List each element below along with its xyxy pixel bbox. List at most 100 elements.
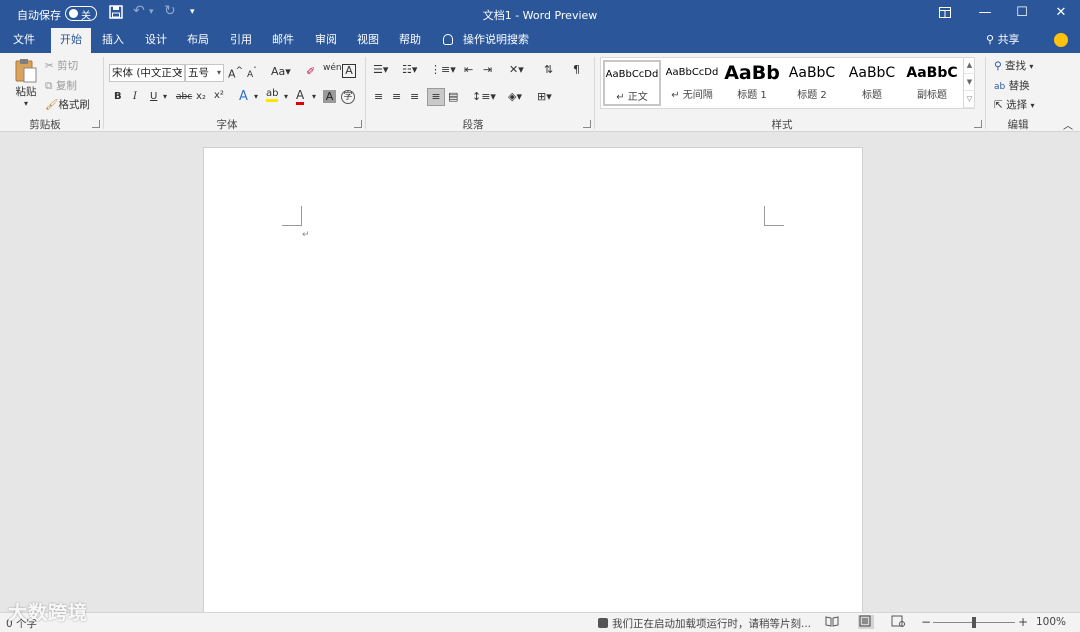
tab-review[interactable]: 审阅: [309, 28, 343, 53]
text-effects-icon[interactable]: A: [239, 89, 248, 104]
shading-icon[interactable]: ◈▾: [508, 90, 522, 103]
tab-references[interactable]: 引用: [224, 28, 258, 53]
asian-layout-icon[interactable]: ✕▾: [509, 63, 524, 76]
cut-label: 剪切: [57, 60, 79, 72]
align-right-icon[interactable]: ≡: [410, 90, 419, 103]
style-subtitle[interactable]: AaBbC 副标题: [903, 60, 961, 106]
sort-icon[interactable]: ⇅: [544, 63, 553, 76]
tab-file[interactable]: 文件: [6, 28, 42, 53]
show-hide-marks-icon[interactable]: ¶: [573, 63, 580, 76]
numbering-icon[interactable]: ☷▾: [402, 63, 417, 76]
collapse-ribbon-icon[interactable]: ︿: [1063, 117, 1073, 132]
clipboard-dialog-launcher-icon[interactable]: [92, 120, 100, 128]
gallery-more-icon[interactable]: ▽: [964, 91, 975, 108]
font-dialog-launcher-icon[interactable]: [354, 120, 362, 128]
style-no-spacing[interactable]: AaBbCcDd ↵ 无间隔: [663, 60, 721, 106]
style-name: 标题: [862, 90, 882, 101]
chevron-up-icon[interactable]: ▲: [964, 57, 975, 74]
multilevel-list-icon[interactable]: ⋮≡▾: [430, 63, 456, 76]
paste-dropdown-icon[interactable]: ▾: [8, 99, 44, 108]
shrink-font-icon[interactable]: Aˇ: [247, 66, 257, 80]
style-name: 标题 1: [737, 90, 767, 101]
ribbon-display-options-icon[interactable]: [934, 3, 956, 23]
crop-mark-top-right: [764, 206, 784, 226]
styles-dialog-launcher-icon[interactable]: [974, 120, 982, 128]
paragraph-dialog-launcher-icon[interactable]: [583, 120, 591, 128]
font-group-label: 字体: [216, 119, 238, 131]
group-divider: [985, 57, 986, 129]
zoom-out-icon[interactable]: −: [921, 615, 931, 629]
justify-icon[interactable]: ≡: [427, 88, 445, 106]
decrease-indent-icon[interactable]: ⇤: [464, 63, 473, 76]
align-left-icon[interactable]: ≡: [374, 90, 383, 103]
italic-icon[interactable]: I: [133, 91, 137, 102]
bold-icon[interactable]: B: [114, 91, 122, 102]
enclose-characters-icon[interactable]: 字: [341, 90, 355, 104]
close-icon[interactable]: ✕: [1050, 3, 1072, 23]
borders-icon[interactable]: ⊞▾: [537, 90, 552, 103]
maximize-icon[interactable]: ☐: [1011, 3, 1033, 23]
tab-view[interactable]: 视图: [351, 28, 385, 53]
zoom-slider-thumb[interactable]: [972, 617, 976, 628]
align-center-icon[interactable]: ≡: [392, 90, 401, 103]
replace-button[interactable]: ab 替换: [994, 78, 1030, 93]
chevron-down-icon[interactable]: ▼: [964, 74, 975, 91]
addin-loading-status: 我们正在启动加载项运行时，请稍等片刻...: [598, 616, 811, 631]
character-border-icon[interactable]: A: [342, 64, 356, 78]
tab-layout[interactable]: 布局: [181, 28, 215, 53]
underline-icon[interactable]: U: [150, 91, 157, 102]
style-normal[interactable]: AaBbCcDd ↵ 正文: [603, 60, 661, 106]
select-button[interactable]: ⇱ 选择 ▾: [994, 97, 1035, 112]
copy-icon: ⧉: [45, 80, 53, 92]
cut-button[interactable]: ✂ 剪切: [45, 58, 78, 73]
font-size-dropdown[interactable]: 五号 ▾: [185, 64, 224, 82]
minimize-icon[interactable]: —: [974, 3, 996, 23]
tab-help[interactable]: 帮助: [393, 28, 427, 53]
styles-gallery: AaBbCcDd ↵ 正文 AaBbCcDd ↵ 无间隔 AaBb 标题 1 A…: [600, 57, 975, 109]
clear-formatting-icon[interactable]: ✐: [306, 65, 315, 78]
font-color-icon[interactable]: A: [296, 88, 305, 105]
strikethrough-icon[interactable]: abc: [176, 92, 192, 102]
grow-font-icon[interactable]: A^: [228, 65, 243, 81]
increase-indent-icon[interactable]: ⇥: [483, 63, 492, 76]
style-heading-2[interactable]: AaBbC 标题 2: [783, 60, 841, 106]
format-painter-button[interactable]: 🖌格式刷: [45, 97, 90, 112]
character-shading-icon[interactable]: A: [323, 90, 336, 103]
style-name: 副标题: [917, 90, 947, 101]
style-heading-1[interactable]: AaBb 标题 1: [723, 60, 781, 106]
replace-label: 替换: [1008, 80, 1030, 92]
tab-home[interactable]: 开始: [51, 28, 91, 53]
tab-mailings[interactable]: 邮件: [266, 28, 300, 53]
underline-dropdown-icon[interactable]: ▾: [163, 92, 167, 101]
distributed-icon[interactable]: ▤: [448, 90, 458, 103]
style-title[interactable]: AaBbC 标题: [843, 60, 901, 106]
subscript-icon[interactable]: x₂: [196, 91, 206, 102]
print-layout-icon[interactable]: [858, 615, 874, 629]
share-button[interactable]: ⚲ 共享: [986, 28, 1020, 53]
copy-button[interactable]: ⧉ 复制: [45, 78, 77, 93]
scissors-icon: ✂: [45, 60, 54, 72]
tab-design[interactable]: 设计: [139, 28, 173, 53]
find-button[interactable]: ⚲ 查找 ▾: [994, 58, 1033, 73]
zoom-level[interactable]: 100%: [1036, 616, 1066, 628]
font-name-dropdown[interactable]: 宋体 (中文正文 ▾: [109, 64, 185, 82]
highlight-icon[interactable]: ab: [266, 88, 279, 102]
highlight-dropdown-icon[interactable]: ▾: [284, 92, 288, 101]
line-spacing-icon[interactable]: ↕≡▾: [472, 90, 496, 103]
tell-me-search[interactable]: 操作说明搜索: [443, 28, 529, 53]
zoom-in-icon[interactable]: +: [1018, 615, 1028, 629]
feedback-smiley-icon[interactable]: [1054, 33, 1068, 47]
read-mode-icon[interactable]: [825, 615, 841, 629]
document-page[interactable]: ↵: [203, 147, 863, 617]
change-case-icon[interactable]: Aa▾: [271, 65, 291, 78]
text-effects-dropdown-icon[interactable]: ▾: [254, 92, 258, 101]
person-icon: ⚲: [986, 33, 995, 46]
bullets-icon[interactable]: ☰▾: [373, 63, 388, 76]
web-layout-icon[interactable]: [891, 615, 907, 629]
magnifier-icon: ⚲: [994, 60, 1002, 72]
phonetic-guide-icon[interactable]: wén: [323, 63, 342, 73]
tab-insert[interactable]: 插入: [96, 28, 130, 53]
paste-button[interactable]: 粘贴 ▾: [8, 57, 44, 108]
font-color-dropdown-icon[interactable]: ▾: [312, 92, 316, 101]
superscript-icon[interactable]: x²: [214, 90, 224, 101]
